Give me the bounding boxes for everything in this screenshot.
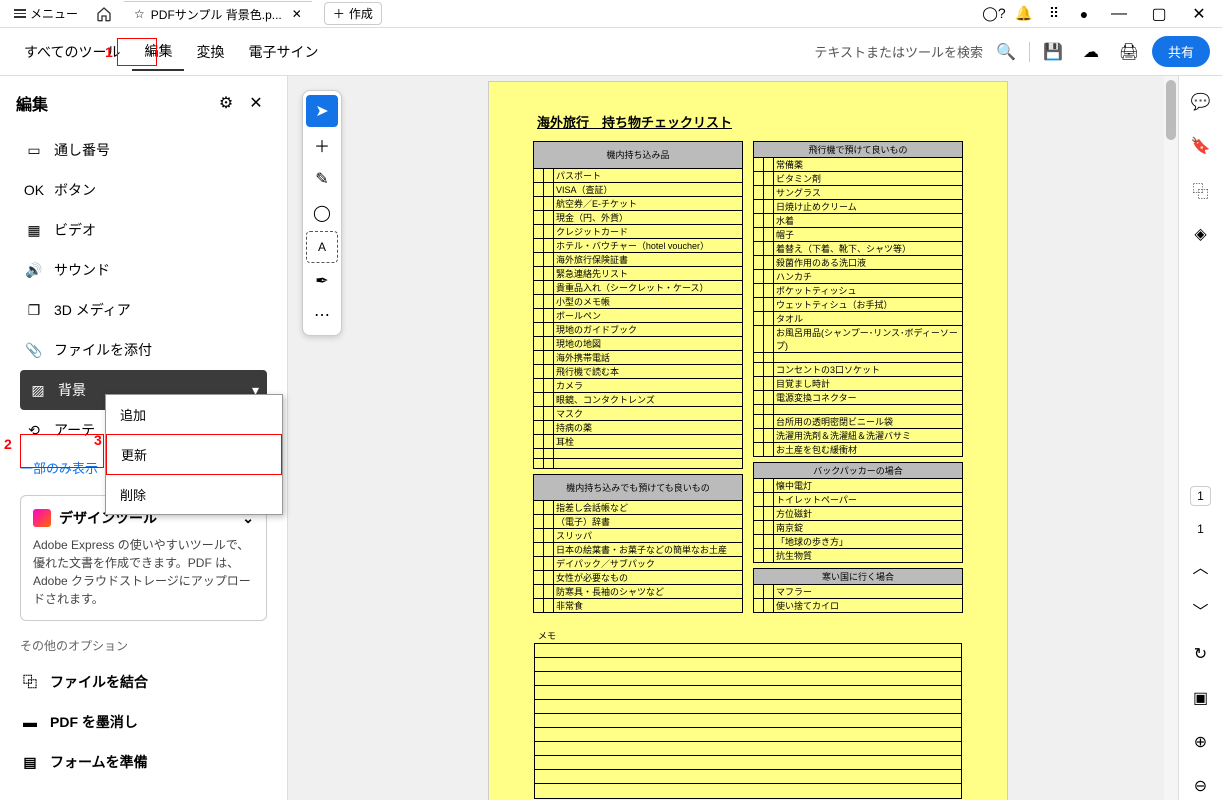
profile-button[interactable]: ● bbox=[1070, 0, 1098, 28]
redact-icon: ▬ bbox=[20, 712, 40, 732]
document-heading: 海外旅行 持ち物チェックリスト bbox=[537, 112, 999, 131]
toolbar-all-tools[interactable]: すべてのツール bbox=[12, 34, 132, 70]
signature-tool[interactable]: ✒ bbox=[306, 265, 338, 297]
option-prepare-form[interactable]: ▤フォームを準備 bbox=[20, 742, 267, 782]
serial-icon: ▭ bbox=[24, 140, 44, 160]
memo-header: メモ bbox=[534, 628, 962, 643]
lasso-tool[interactable]: ◯ bbox=[306, 197, 338, 229]
page-indicator-box[interactable]: 1 bbox=[1190, 486, 1211, 506]
tool-serial-number[interactable]: ▭通し番号 bbox=[20, 130, 267, 170]
memo-section: メモ bbox=[534, 628, 962, 799]
gear-icon[interactable]: ⚙ bbox=[211, 88, 241, 118]
toolbar-convert[interactable]: 変換 bbox=[184, 34, 236, 70]
rotate-icon[interactable]: ↻ bbox=[1187, 640, 1215, 668]
other-options-label: その他のオプション bbox=[20, 637, 267, 654]
bookmark-icon[interactable]: 🔖 bbox=[1187, 132, 1215, 160]
page-total: 1 bbox=[1197, 522, 1204, 536]
toolbar-esign[interactable]: 電子サイン bbox=[236, 34, 330, 70]
ctx-delete[interactable]: 削除 bbox=[106, 475, 282, 514]
plus-icon: ＋ bbox=[333, 5, 345, 22]
page-down-button[interactable]: ﹀ bbox=[1187, 596, 1215, 624]
text-box-tool[interactable]: A bbox=[306, 231, 338, 263]
ctx-add[interactable]: 追加 bbox=[106, 395, 282, 434]
add-text-tool[interactable]: ＋ bbox=[306, 129, 338, 161]
callout-3: 3 bbox=[94, 432, 102, 448]
menu-label: メニュー bbox=[30, 5, 78, 22]
background-context-menu: 追加 更新 削除 bbox=[105, 394, 283, 515]
zoom-in-icon[interactable]: ⊕ bbox=[1187, 728, 1215, 756]
checklist-table-right: 飛行機で預けて良いもの常備薬ビタミン剤サングラス日焼け止めクリーム水着帽子着替え… bbox=[753, 141, 963, 613]
panel-close-icon[interactable]: ✕ bbox=[241, 88, 271, 118]
menu-button[interactable]: メニュー bbox=[8, 1, 84, 26]
print-icon[interactable]: 🖨 bbox=[1114, 37, 1144, 67]
cube-icon: ❐ bbox=[24, 300, 44, 320]
comment-icon[interactable]: 💬 bbox=[1187, 88, 1215, 116]
window-maximize[interactable]: ▢ bbox=[1140, 0, 1178, 28]
hamburger-icon bbox=[14, 7, 26, 20]
zoom-out-icon[interactable]: ⊖ bbox=[1187, 772, 1215, 800]
draw-tool[interactable]: ✎ bbox=[306, 163, 338, 195]
panel-title: 編集 bbox=[16, 91, 211, 115]
cloud-icon[interactable]: ☁ bbox=[1076, 37, 1106, 67]
ctx-update[interactable]: 更新 bbox=[106, 434, 282, 475]
callout-1: 1 bbox=[105, 44, 113, 60]
document-tab[interactable]: ☆ PDFサンプル 背景色.p... ✕ bbox=[124, 1, 312, 27]
tool-sound[interactable]: 🔊サウンド bbox=[20, 250, 267, 290]
search-placeholder: テキストまたはツールを検索 bbox=[814, 42, 983, 61]
select-tool[interactable]: ➤ bbox=[306, 95, 338, 127]
sound-icon: 🔊 bbox=[24, 260, 44, 280]
floating-toolbar: ➤ ＋ ✎ ◯ A ✒ ⋯ bbox=[302, 90, 342, 336]
tool-attach-file[interactable]: 📎ファイルを添付 bbox=[20, 330, 267, 370]
option-redact[interactable]: ▬PDF を墨消し bbox=[20, 702, 267, 742]
pdf-page: 海外旅行 持ち物チェックリスト 機内持ち込み品パスポートVISA（査証）航空券／… bbox=[488, 81, 1008, 800]
tool-video[interactable]: ▦ビデオ bbox=[20, 210, 267, 250]
layers-icon[interactable]: ◈ bbox=[1187, 220, 1215, 248]
background-icon: ▨ bbox=[28, 380, 48, 400]
tab-close-button[interactable]: ✕ bbox=[292, 7, 302, 21]
video-icon: ▦ bbox=[24, 220, 44, 240]
form-icon: ▤ bbox=[20, 752, 40, 772]
combine-icon: ⿻ bbox=[20, 672, 40, 692]
notification-button[interactable]: 🔔 bbox=[1010, 0, 1038, 28]
page-up-button[interactable]: ︿ bbox=[1187, 552, 1215, 580]
window-minimize[interactable]: — bbox=[1100, 0, 1138, 28]
option-combine-files[interactable]: ⿻ファイルを結合 bbox=[20, 662, 267, 702]
save-icon[interactable]: 💾 bbox=[1038, 37, 1068, 67]
paperclip-icon: 📎 bbox=[24, 340, 44, 360]
button-icon: OK bbox=[24, 180, 44, 200]
apps-button[interactable]: ⠿ bbox=[1040, 0, 1068, 28]
background-highlight-box bbox=[20, 434, 104, 468]
share-button[interactable]: 共有 bbox=[1152, 36, 1210, 67]
search-icon[interactable]: 🔍 bbox=[991, 37, 1021, 67]
callout-2: 2 bbox=[4, 436, 12, 452]
star-icon: ☆ bbox=[134, 7, 145, 21]
checklist-table-left: 機内持ち込み品パスポートVISA（査証）航空券／E-チケット現金（円、外貨）クレ… bbox=[533, 141, 743, 613]
new-tab-button[interactable]: ＋ 作成 bbox=[324, 2, 382, 25]
copy-icon[interactable]: ⿻ bbox=[1187, 176, 1215, 204]
tool-3d-media[interactable]: ❐3D メディア bbox=[20, 290, 267, 330]
home-button[interactable] bbox=[88, 2, 120, 26]
edit-highlight-box bbox=[117, 38, 157, 66]
vertical-scrollbar[interactable] bbox=[1164, 76, 1178, 800]
tab-title: PDFサンプル 背景色.p... bbox=[151, 6, 282, 23]
document-viewport[interactable]: 海外旅行 持ち物チェックリスト 機内持ち込み品パスポートVISA（査証）航空券／… bbox=[288, 76, 1178, 800]
scrollbar-thumb[interactable] bbox=[1166, 80, 1176, 140]
window-close[interactable]: ✕ bbox=[1180, 0, 1218, 28]
tool-button[interactable]: OKボタン bbox=[20, 170, 267, 210]
express-icon bbox=[33, 509, 51, 527]
more-tools[interactable]: ⋯ bbox=[306, 299, 338, 331]
design-description: Adobe Express の使いやすいツールで、優れた文書を作成できます。PD… bbox=[33, 536, 254, 608]
fit-page-icon[interactable]: ▣ bbox=[1187, 684, 1215, 712]
new-tab-label: 作成 bbox=[349, 5, 373, 22]
help-button[interactable]: ◯? bbox=[980, 0, 1008, 28]
